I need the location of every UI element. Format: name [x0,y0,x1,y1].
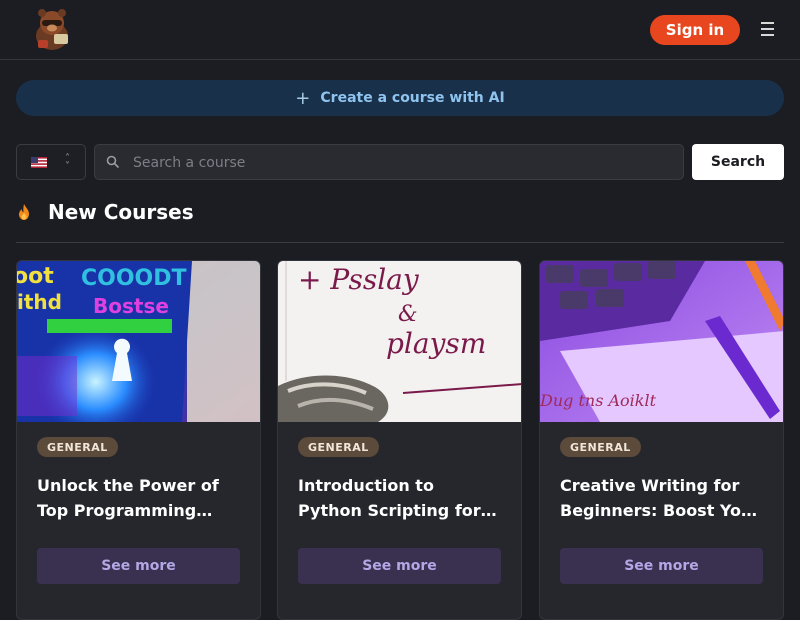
category-badge: GENERAL [560,437,641,457]
category-badge: GENERAL [298,437,379,457]
svg-text:Dug tns Aoiklt: Dug tns Aoiklt [540,391,657,410]
svg-text:Bostse: Bostse [93,294,169,318]
svg-text:COOODT: COOODT [81,266,187,291]
chevron-up-down-icon: ˄ ˅ [65,153,70,172]
category-badge: GENERAL [37,437,118,457]
course-card[interactable]: Dug tns Aoiklt GENERAL Creative Writing … [539,260,784,620]
search-icon [106,155,120,169]
fire-icon [19,204,29,220]
search-field[interactable] [94,144,684,181]
course-card[interactable]: + Psslay & playsm GENERAL Introduction t… [277,260,522,620]
course-thumbnail-image: + Psslay & playsm [278,261,521,422]
course-thumbnail-image: Dug tns Aoiklt [540,261,783,422]
course-title[interactable]: Unlock the Power of Top Programming… [37,473,242,523]
see-more-button[interactable]: See more [560,548,763,584]
search-input[interactable] [131,145,675,181]
svg-text:oot: oot [17,264,54,289]
svg-text:playsm: playsm [386,327,486,360]
section-title: New Courses [48,200,194,224]
plus-icon: + [295,87,311,109]
svg-text:ithd: ithd [17,290,62,314]
svg-text:+ Psslay: + Psslay [298,263,420,296]
search-button[interactable]: Search [692,144,784,180]
section-divider [16,242,784,243]
create-course-ai-label: Create a course with AI [320,90,505,106]
top-navigation-bar: Sign in [0,0,800,60]
language-select[interactable]: ˄ ˅ [16,144,86,180]
course-title[interactable]: Introduction to Python Scripting for… [298,473,503,523]
see-more-button[interactable]: See more [37,548,240,584]
course-thumbnail-image: oot COOODT ithd Bostse [17,261,260,422]
sign-in-button[interactable]: Sign in [650,15,740,45]
us-flag-icon [31,157,47,168]
hamburger-menu-icon[interactable] [761,22,777,38]
section-header: New Courses [16,198,194,226]
create-course-ai-button[interactable]: + Create a course with AI [16,80,784,116]
see-more-button[interactable]: See more [298,548,501,584]
course-card[interactable]: oot COOODT ithd Bostse GENERAL Unlock th… [16,260,261,620]
course-title[interactable]: Creative Writing for Beginners: Boost Yo… [560,473,765,523]
bear-mascot-logo-icon[interactable] [30,6,74,52]
svg-text:&: & [398,302,418,327]
